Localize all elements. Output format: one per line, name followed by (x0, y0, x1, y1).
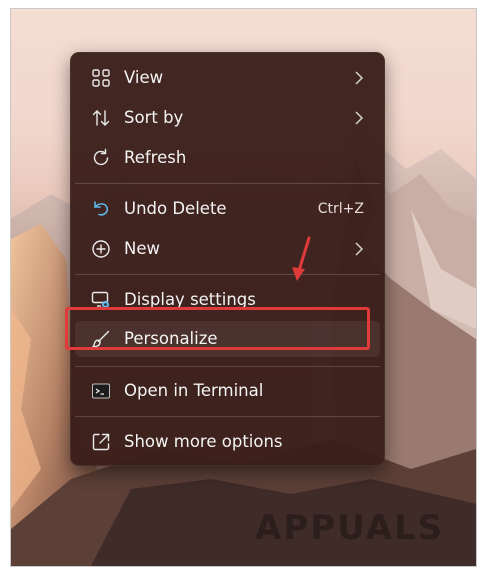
watermark-logo: APPUALS (255, 508, 445, 548)
annotation-highlight-box (65, 307, 370, 350)
annotation-arrow (292, 236, 311, 281)
desktop-screenshot: View Sort by Refresh Undo Delete Ctrl+Z … (10, 8, 477, 567)
